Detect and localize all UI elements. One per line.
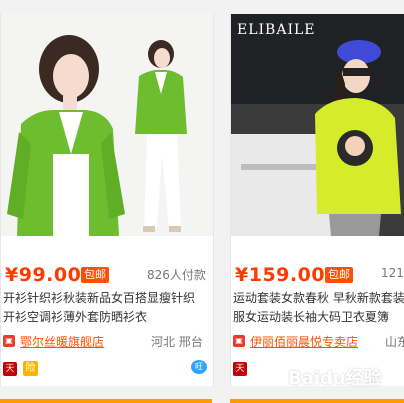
- service-icons-row: 天 险 旺: [3, 360, 213, 378]
- shop-row: ▣ 鄂尔丝暖旗舰店 河北 邢台: [3, 333, 213, 351]
- insurance-icon[interactable]: 险: [23, 361, 38, 376]
- shop-row: ▣ 伊丽佰丽晨悦专卖店 山东: [233, 333, 404, 351]
- price-row: ¥159.00 包邮 1215: [235, 264, 404, 288]
- shop-name-link[interactable]: 鄂尔丝暖旗舰店: [20, 333, 104, 350]
- product-image-cardigan[interactable]: [1, 14, 213, 236]
- tmall-icon[interactable]: 天: [233, 362, 247, 376]
- watermark-text: Baidu经验: [288, 368, 382, 389]
- shop-location: 河北 邢台: [151, 335, 203, 349]
- price-row: ¥99.00 包邮 826人付款: [5, 264, 213, 288]
- product-title-line1[interactable]: 开衫针织衫秋装新品女百搭显瘦针织: [3, 289, 209, 308]
- tmall-icon[interactable]: 天: [3, 362, 17, 376]
- pay-count: 826人付款: [147, 268, 206, 282]
- product-title-line2[interactable]: 服女运动装长袖大码卫衣夏簿: [233, 308, 404, 327]
- brand-logo-text: ELIBAILE: [237, 22, 316, 38]
- product-image-tracksuit[interactable]: ELIBAILE: [231, 14, 404, 236]
- product-title[interactable]: 开衫针织衫秋装新品女百搭显瘦针织 开衫空调衫薄外套防晒衫衣: [3, 289, 209, 327]
- shop-location: 山东: [385, 335, 404, 349]
- pay-count: 1215: [381, 266, 404, 280]
- shop-name-link[interactable]: 伊丽佰丽晨悦专卖店: [250, 333, 358, 350]
- free-shipping-badge: 包邮: [81, 267, 109, 283]
- baidu-watermark: Baidu经验: [284, 356, 404, 396]
- product-title-line2[interactable]: 开衫空调衫薄外套防晒衫衣: [3, 308, 209, 327]
- shop-icon: ▣: [233, 335, 245, 347]
- price: ¥99.00: [5, 264, 82, 286]
- cardigan-photo: [1, 14, 213, 236]
- product-title[interactable]: 运动套装女款春秋 早秋新款套装 服女运动装长袖大码卫衣夏簿: [233, 289, 404, 327]
- bottom-accent-right: [230, 399, 404, 403]
- shop-icon: ▣: [3, 335, 15, 347]
- product-card-cardigan[interactable]: ¥99.00 包邮 826人付款 开衫针织衫秋装新品女百搭显瘦针织 开衫空调衫薄…: [0, 14, 214, 386]
- product-title-line1[interactable]: 运动套装女款春秋 早秋新款套装: [233, 289, 404, 308]
- price: ¥159.00: [235, 264, 326, 286]
- chat-icon[interactable]: 旺: [191, 360, 207, 374]
- product-card-tracksuit[interactable]: ELIBAILE ¥159.00 包邮 1215 运动套装女款春秋 早秋新款套装…: [230, 14, 404, 386]
- free-shipping-badge: 包邮: [325, 267, 353, 283]
- bottom-accent-left: [0, 399, 212, 403]
- tracksuit-photo: [231, 14, 404, 236]
